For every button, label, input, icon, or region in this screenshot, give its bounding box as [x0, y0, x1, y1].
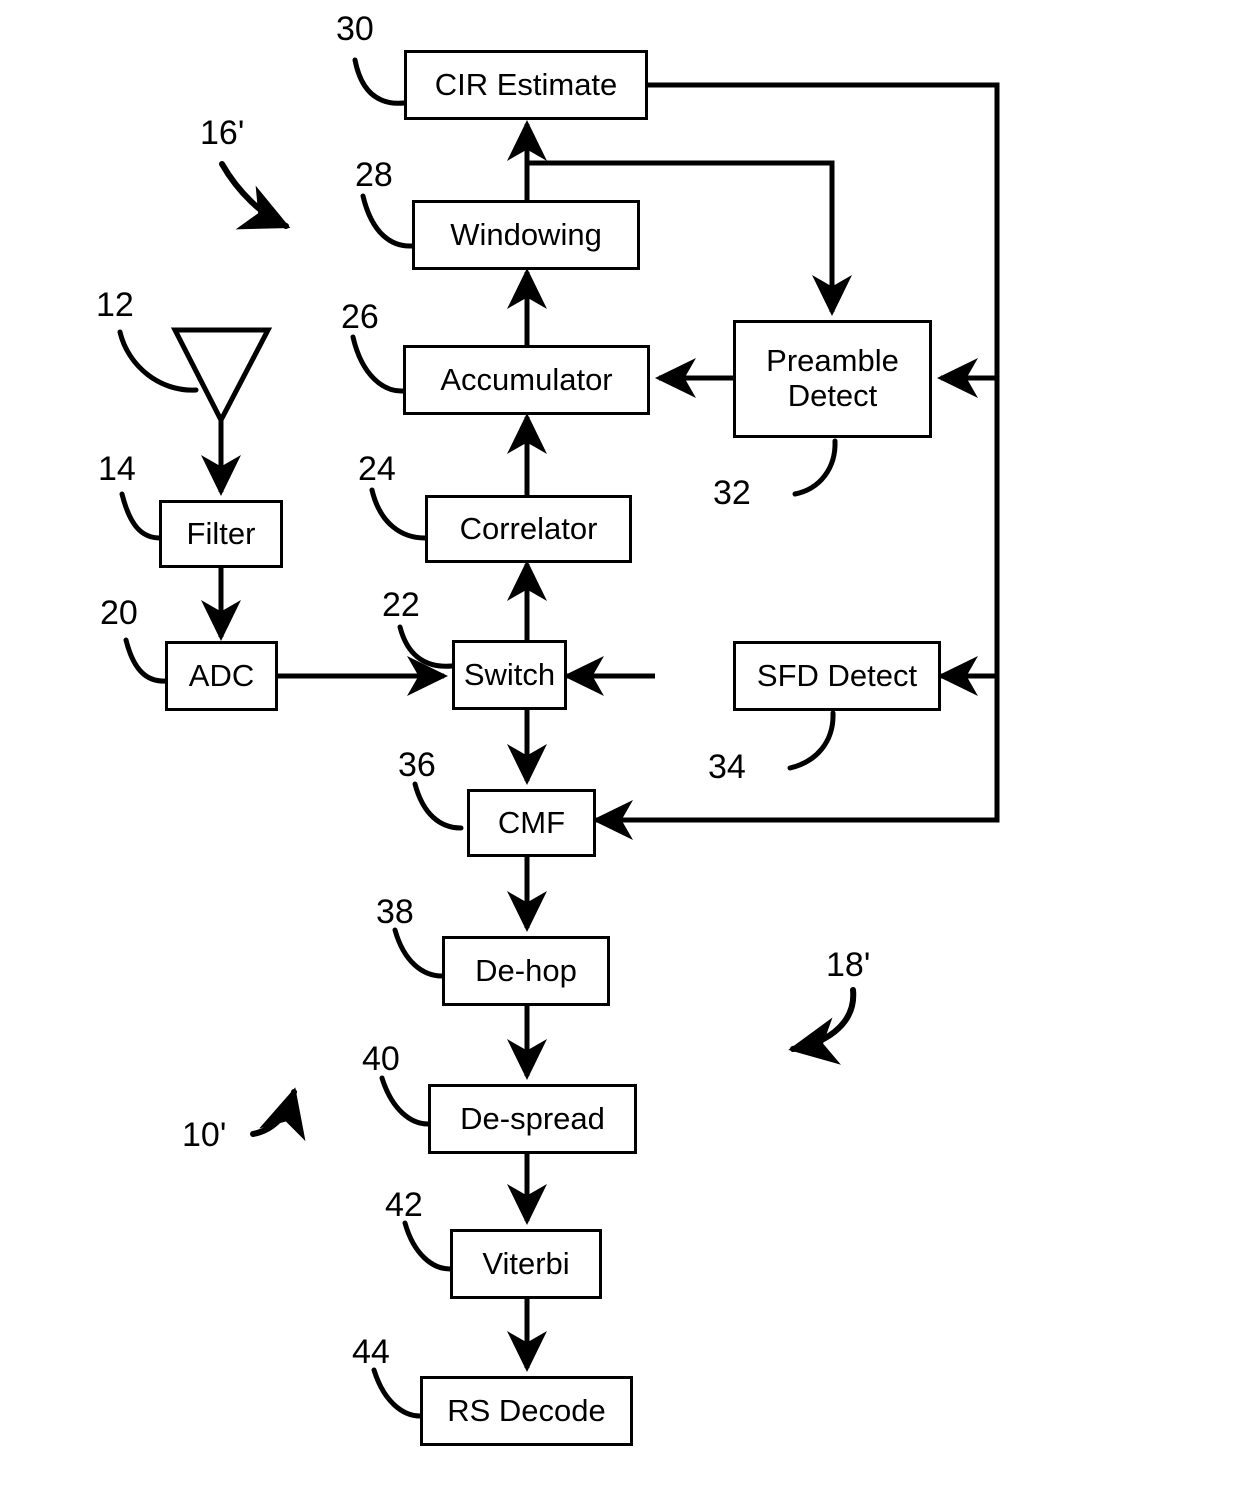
block-viterbi[interactable]: Viterbi	[450, 1229, 602, 1299]
block-label-accumulator: Accumulator	[440, 361, 613, 397]
block-label-correlator: Correlator	[459, 510, 598, 546]
leader-32	[792, 438, 838, 497]
leader-38	[392, 927, 445, 979]
leader-28	[360, 193, 415, 249]
block-cir-estimate[interactable]: CIR Estimate	[404, 50, 648, 120]
block-label-adc: ADC	[188, 657, 255, 693]
callout-arrow-18	[788, 987, 857, 1065]
leader-40	[379, 1075, 431, 1127]
callout-arrow-16	[219, 161, 291, 230]
block-de-spread[interactable]: De-spread	[428, 1084, 637, 1154]
block-windowing[interactable]: Windowing	[412, 200, 640, 270]
ref-numeral-38: 38	[376, 893, 414, 931]
block-label-preamble-line2: Detect	[787, 378, 878, 413]
block-de-hop[interactable]: De-hop	[442, 936, 610, 1006]
ref-numeral-34: 34	[708, 748, 746, 786]
ref-numeral-26: 26	[341, 298, 379, 336]
block-label-cmf: CMF	[497, 804, 566, 840]
block-label-rs-decode: RS Decode	[447, 1392, 606, 1428]
leader-12	[117, 329, 199, 393]
block-accumulator[interactable]: Accumulator	[403, 345, 650, 415]
block-label-filter: Filter	[186, 515, 256, 551]
leader-44	[371, 1367, 423, 1419]
ref-numeral-20: 20	[100, 594, 138, 632]
block-label-de-spread: De-spread	[460, 1100, 605, 1136]
block-adc[interactable]: ADC	[165, 641, 278, 711]
ref-numeral-22: 22	[382, 586, 420, 624]
block-cmf[interactable]: CMF	[467, 789, 596, 857]
block-label-sfd-detect: SFD Detect	[756, 657, 918, 693]
block-rs-decode[interactable]: RS Decode	[420, 1376, 633, 1446]
ref-numeral-18-prime: 18'	[826, 946, 871, 984]
leader-22	[397, 624, 455, 669]
ref-numeral-14: 14	[98, 450, 136, 488]
ref-numeral-40: 40	[362, 1040, 400, 1078]
ref-numeral-16-prime: 16'	[200, 114, 245, 152]
block-correlator[interactable]: Correlator	[425, 495, 632, 563]
leader-36	[412, 781, 464, 831]
ref-numeral-10-prime: 10'	[182, 1116, 227, 1154]
leader-34	[787, 710, 836, 771]
block-label-windowing: Windowing	[450, 216, 602, 252]
leader-30	[352, 57, 407, 106]
block-sfd-detect[interactable]: SFD Detect	[733, 641, 941, 711]
leader-26	[350, 334, 406, 394]
ref-numeral-32: 32	[713, 474, 751, 512]
block-label-preamble-line1: Preamble	[766, 343, 899, 379]
block-preamble-detect[interactable]: Preamble Detect	[733, 320, 932, 438]
ref-numeral-24: 24	[358, 450, 396, 488]
ref-numeral-30: 30	[336, 10, 374, 48]
patent-figure: CIR Estimate Windowing Accumulator Corre…	[0, 0, 1240, 1492]
ref-numeral-28: 28	[355, 156, 393, 194]
antenna-shape	[170, 327, 273, 426]
leader-20	[123, 637, 169, 684]
block-filter[interactable]: Filter	[159, 500, 283, 568]
block-label-cir-estimate: CIR Estimate	[434, 66, 618, 102]
leader-24	[369, 487, 428, 541]
ref-numeral-36: 36	[398, 746, 436, 784]
block-label-de-hop: De-hop	[475, 952, 577, 988]
leader-42	[402, 1220, 453, 1272]
block-switch[interactable]: Switch	[452, 640, 567, 710]
callout-arrow-10	[250, 1087, 306, 1142]
block-label-viterbi: Viterbi	[482, 1245, 570, 1281]
ref-numeral-12: 12	[96, 286, 134, 324]
block-label-switch: Switch	[463, 656, 556, 692]
leader-14	[119, 491, 163, 541]
ref-numeral-42: 42	[385, 1186, 423, 1224]
ref-numeral-44: 44	[352, 1333, 390, 1371]
